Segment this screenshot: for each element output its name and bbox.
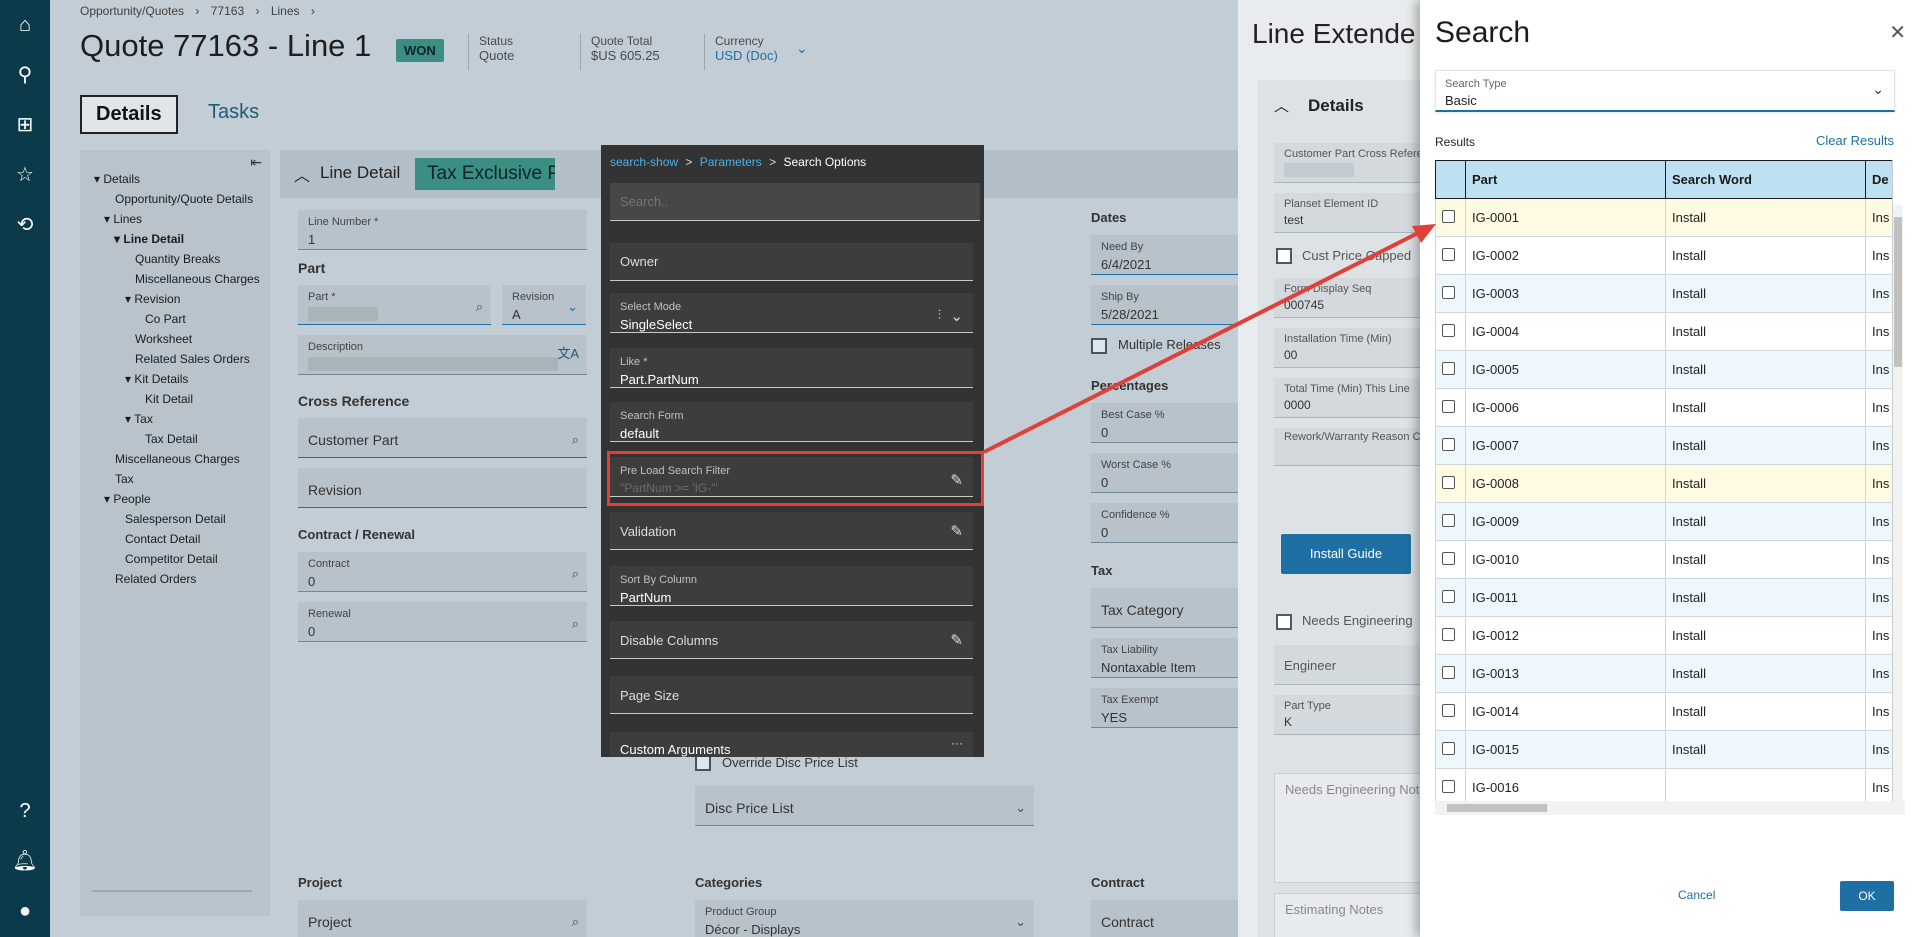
annotation-arrow xyxy=(983,224,1436,454)
arrow-line xyxy=(983,226,1429,454)
